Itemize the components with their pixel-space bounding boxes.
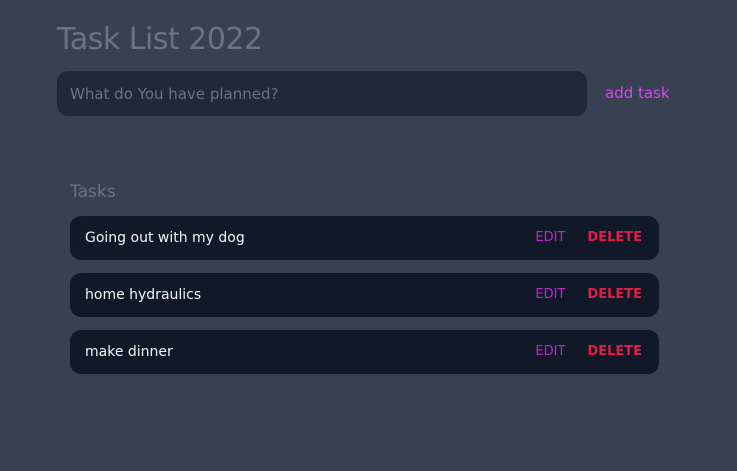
task-actions: EDIT DELETE [535,284,642,306]
edit-task-button[interactable]: EDIT [535,284,565,306]
delete-task-button[interactable]: DELETE [587,341,642,363]
task-actions: EDIT DELETE [535,341,642,363]
new-task-input[interactable] [57,71,587,116]
task-item: make dinner EDIT DELETE [70,330,659,374]
tasks-section: Tasks Going out with my dog EDIT DELETE … [70,180,659,387]
edit-task-button[interactable]: EDIT [535,227,565,249]
task-text: home hydraulics [85,287,202,303]
task-text: Going out with my dog [85,230,245,246]
task-actions: EDIT DELETE [535,227,642,249]
delete-task-button[interactable]: DELETE [587,284,642,306]
new-task-form: add task [57,71,677,116]
edit-task-button[interactable]: EDIT [535,341,565,363]
task-text: make dinner [85,344,173,360]
task-item: home hydraulics EDIT DELETE [70,273,659,317]
add-task-button[interactable]: add task [605,82,670,104]
task-list: Going out with my dog EDIT DELETE home h… [70,216,659,374]
delete-task-button[interactable]: DELETE [587,227,642,249]
tasks-heading: Tasks [70,182,116,202]
page-title: Task List 2022 [57,22,263,57]
task-item: Going out with my dog EDIT DELETE [70,216,659,260]
